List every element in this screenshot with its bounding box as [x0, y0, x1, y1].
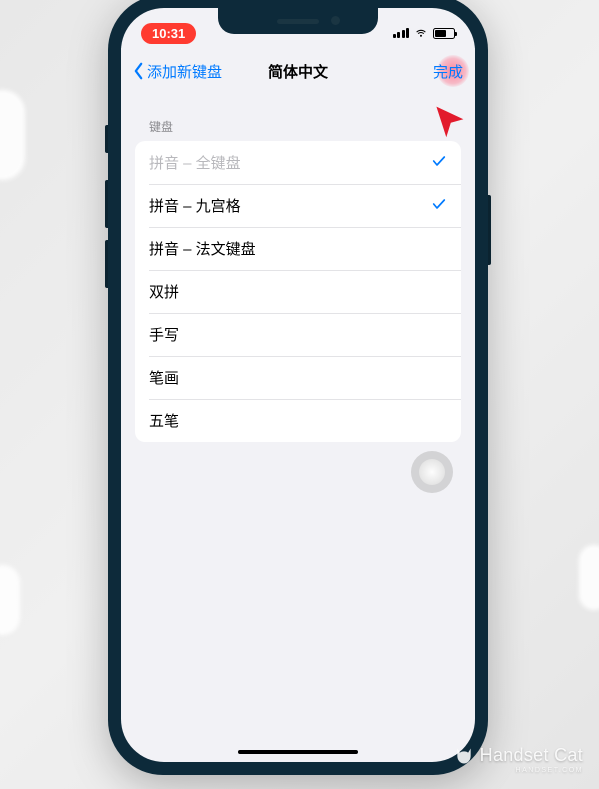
list-row-label: 拼音 – 法文键盘: [149, 238, 256, 259]
back-button[interactable]: 添加新键盘: [133, 61, 222, 82]
cat-logo-icon: [454, 746, 474, 766]
list-row-label: 双拼: [149, 281, 179, 302]
background-decoration: [0, 90, 25, 180]
background-decoration: [0, 565, 20, 635]
phone-power-button: [488, 195, 491, 265]
tutorial-cursor-arrow-icon: [431, 103, 467, 139]
status-right-cluster: [393, 26, 456, 40]
phone-volume-down: [105, 240, 108, 288]
list-row-label: 拼音 – 全键盘: [149, 152, 241, 173]
done-button[interactable]: 完成: [433, 61, 463, 82]
navigation-bar: 添加新键盘 简体中文 完成: [121, 48, 475, 94]
list-row-label: 五笔: [149, 410, 179, 431]
list-row-label: 拼音 – 九宫格: [149, 195, 241, 216]
phone-frame: 10:31 添加新键盘 简体中文: [108, 0, 488, 775]
assistive-touch-button[interactable]: [411, 451, 453, 493]
status-time-recording[interactable]: 10:31: [141, 23, 196, 44]
checkmark-icon: [431, 153, 447, 173]
list-row-label: 笔画: [149, 367, 179, 388]
list-row[interactable]: 拼音 – 九宫格: [135, 184, 461, 227]
list-row[interactable]: 五笔: [135, 399, 461, 442]
keyboard-list: 拼音 – 全键盘拼音 – 九宫格拼音 – 法文键盘双拼手写笔画五笔: [135, 141, 461, 442]
list-row-label: 手写: [149, 324, 179, 345]
list-row[interactable]: 笔画: [135, 356, 461, 399]
list-row[interactable]: 双拼: [135, 270, 461, 313]
assistive-touch-inner-icon: [419, 459, 445, 485]
front-camera: [331, 16, 340, 25]
chevron-left-icon: [133, 62, 144, 80]
page-title: 简体中文: [268, 61, 328, 82]
checkmark-icon: [431, 196, 447, 216]
speaker-grill: [277, 19, 319, 24]
phone-screen: 10:31 添加新键盘 简体中文: [121, 8, 475, 762]
section-header: 键盘: [121, 94, 475, 141]
done-label: 完成: [433, 64, 463, 81]
list-row[interactable]: 手写: [135, 313, 461, 356]
phone-mute-switch: [105, 125, 108, 153]
home-indicator[interactable]: [238, 750, 358, 754]
battery-icon: [433, 28, 455, 39]
watermark-url: HANDSET.COM: [454, 767, 583, 775]
list-row[interactable]: 拼音 – 法文键盘: [135, 227, 461, 270]
cellular-signal-icon: [393, 28, 410, 38]
phone-volume-up: [105, 180, 108, 228]
phone-notch: [218, 8, 378, 34]
back-label: 添加新键盘: [147, 61, 222, 82]
background-decoration: [579, 545, 599, 610]
watermark: Handset Cat HANDSET.COM: [454, 746, 583, 775]
watermark-title: Handset Cat: [480, 746, 583, 766]
wifi-icon: [414, 26, 428, 40]
list-row[interactable]: 拼音 – 全键盘: [135, 141, 461, 184]
